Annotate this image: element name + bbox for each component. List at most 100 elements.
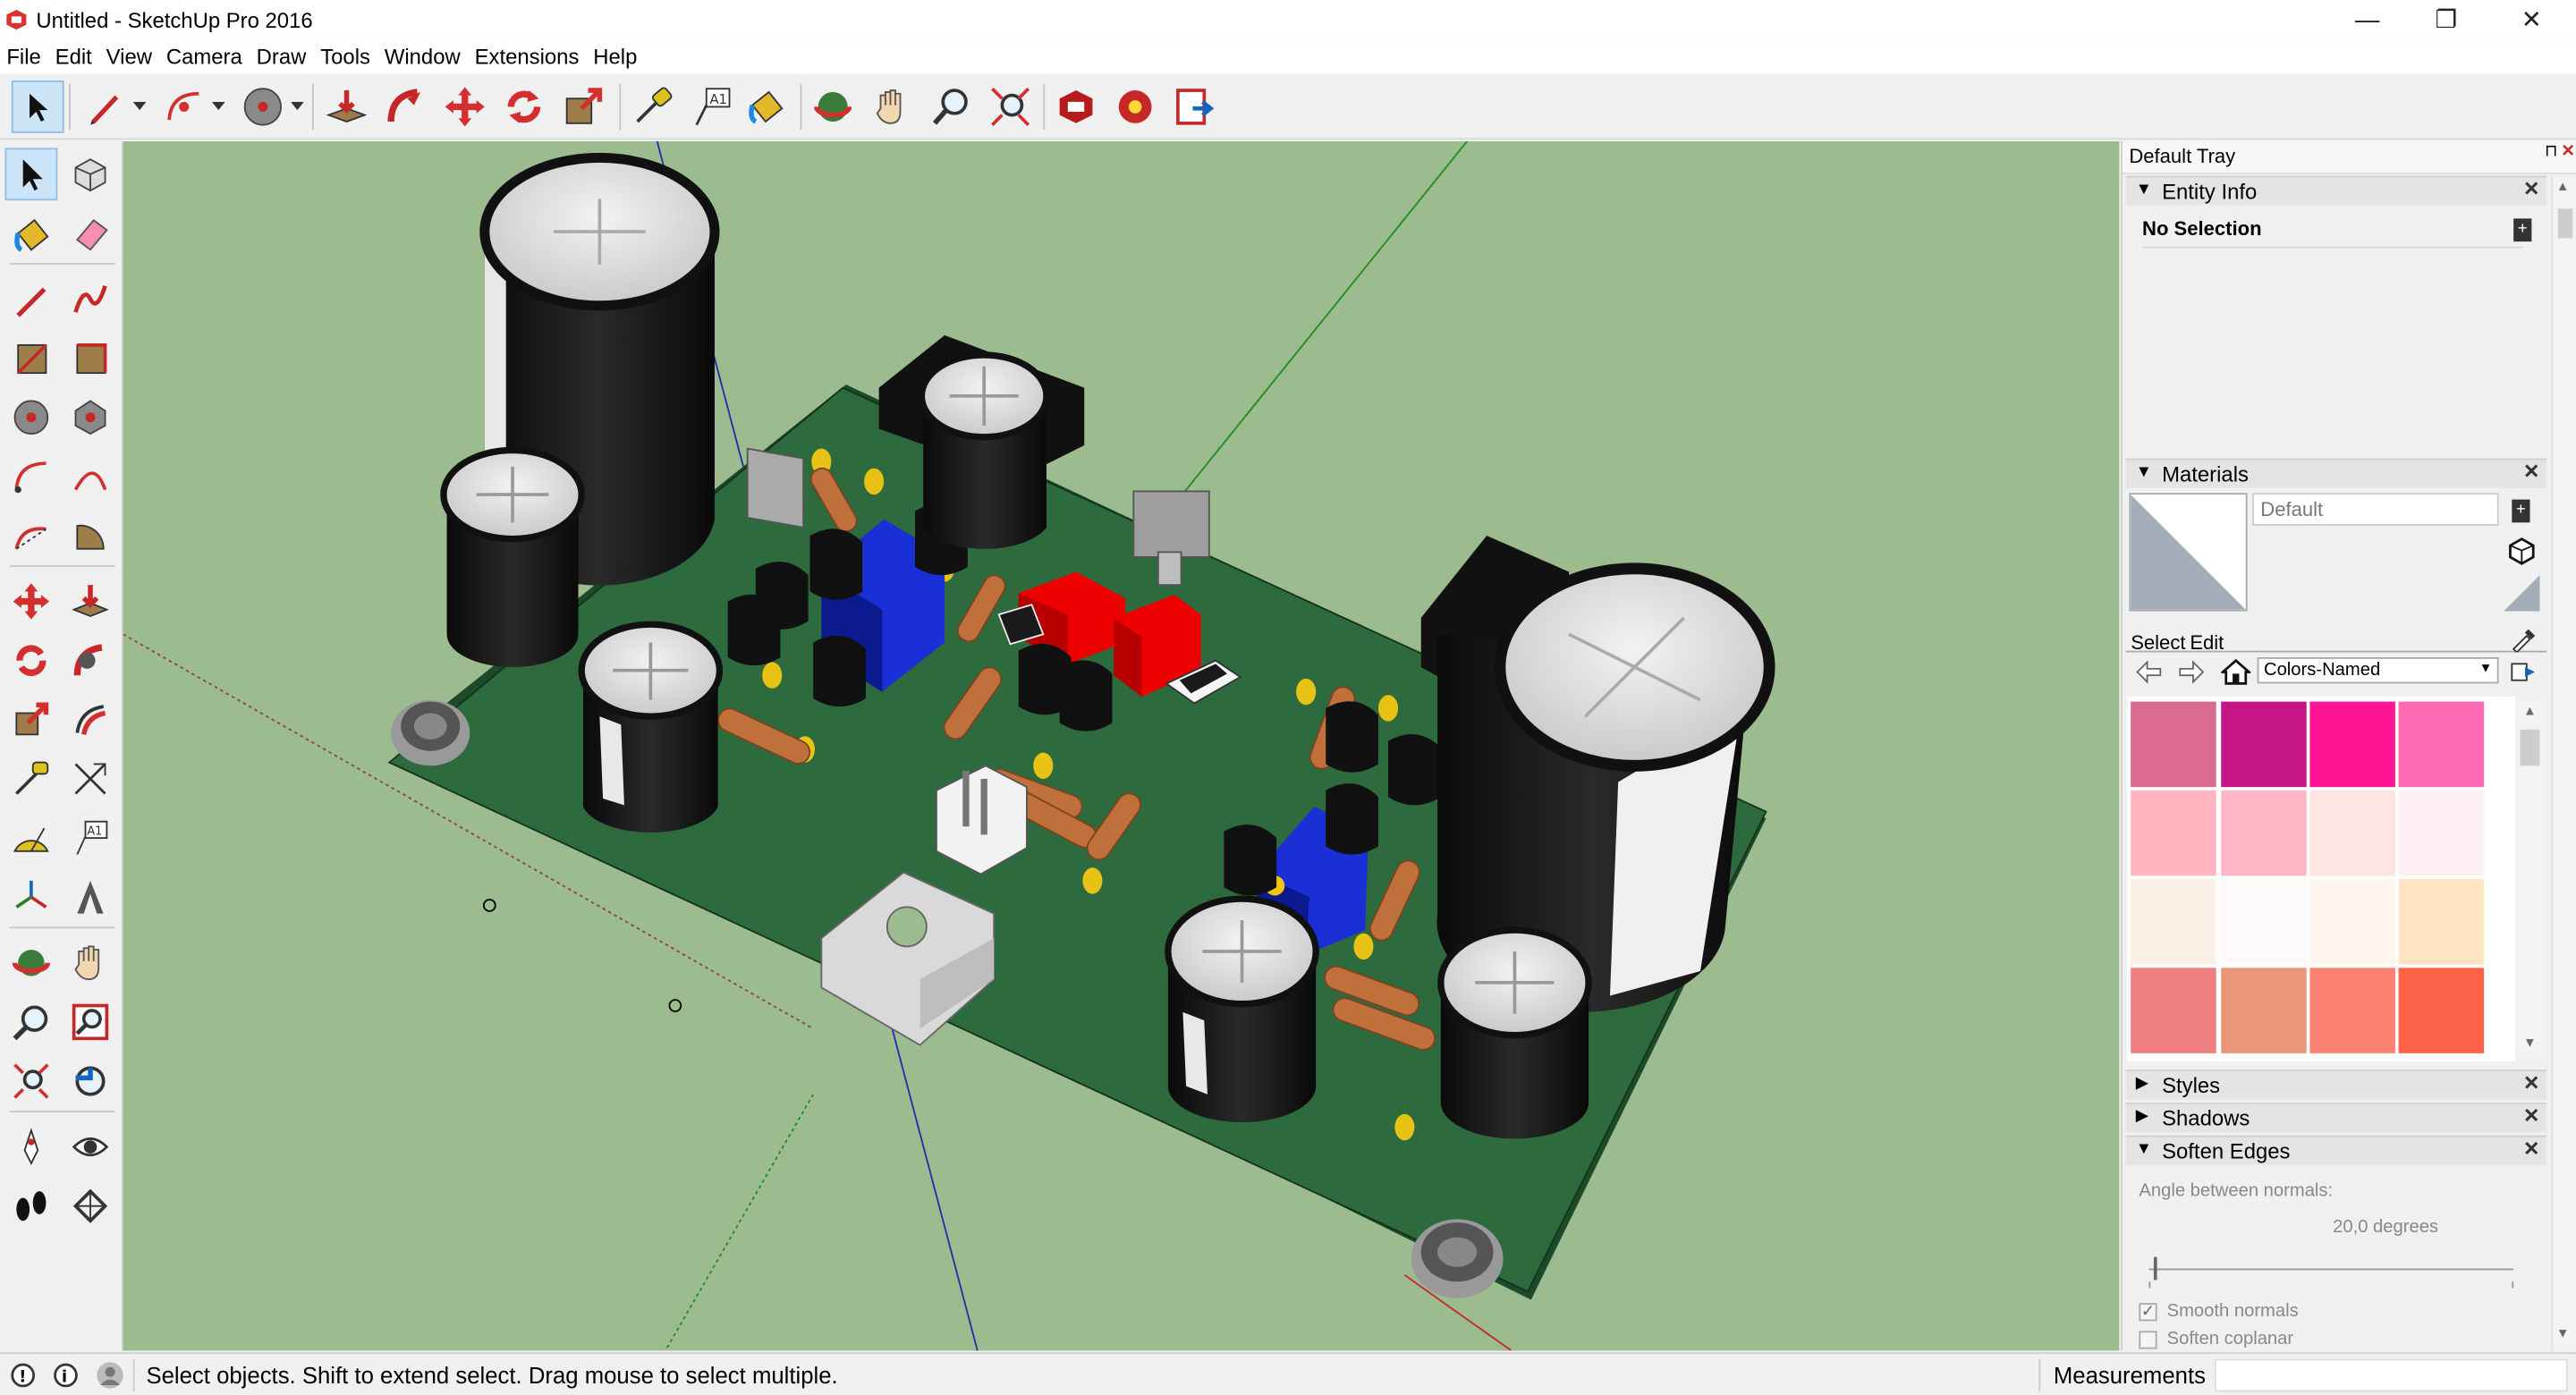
push-pull-tool-button[interactable]: [64, 575, 117, 628]
zoom-extents-button[interactable]: [984, 80, 1037, 133]
move-button[interactable]: [438, 80, 491, 133]
protractor-tool-button[interactable]: [5, 812, 58, 865]
styles-header[interactable]: ▶ Styles ✕: [2125, 1070, 2546, 1100]
freehand-tool-button[interactable]: [64, 273, 117, 326]
material-swatch[interactable]: [2398, 879, 2485, 965]
material-swatch[interactable]: [2131, 701, 2216, 788]
3d-warehouse-button[interactable]: [1050, 80, 1103, 133]
material-swatch[interactable]: [2221, 968, 2307, 1053]
arc-dropdown[interactable]: [207, 80, 230, 133]
select-tool-button[interactable]: [11, 80, 64, 133]
paint-bucket-tool-button[interactable]: [5, 207, 58, 260]
tape-measure-tool-button[interactable]: [5, 753, 58, 806]
circle-tool-button[interactable]: [236, 80, 289, 133]
eraser-tool-button[interactable]: [64, 207, 117, 260]
section-plane-tool-button[interactable]: [64, 1179, 117, 1232]
zoom-window-tool-button[interactable]: [64, 996, 117, 1049]
follow-me-button[interactable]: [379, 80, 432, 133]
close-icon[interactable]: ✕: [2523, 1071, 2539, 1095]
close-icon[interactable]: ✕: [2523, 1137, 2539, 1161]
paint-bucket-button[interactable]: [741, 80, 793, 133]
arc-tool-button[interactable]: [5, 450, 58, 503]
material-name-field[interactable]: Default: [2252, 493, 2499, 526]
material-swatch[interactable]: [2221, 879, 2307, 965]
angle-slider[interactable]: [2148, 1256, 2514, 1281]
polygon-tool-button[interactable]: [64, 391, 117, 444]
rotate-tool-button[interactable]: [5, 634, 58, 687]
home-icon[interactable]: [2221, 658, 2251, 685]
eyedropper-icon[interactable]: [2510, 626, 2536, 653]
swatch-scrollbar[interactable]: ▲ ▼: [2516, 699, 2544, 1059]
zoom-button[interactable]: [925, 80, 978, 133]
menu-edit[interactable]: Edit: [55, 43, 92, 70]
details-arrow-icon[interactable]: [2510, 661, 2536, 684]
forward-arrow-icon[interactable]: [2178, 660, 2205, 684]
minimize-button[interactable]: —: [2329, 4, 2404, 39]
close-icon[interactable]: ✕: [2523, 1104, 2539, 1128]
scale-tool-button[interactable]: [5, 693, 58, 746]
geo-location-icon[interactable]: !: [10, 1362, 36, 1388]
sample-paint-icon[interactable]: [2504, 575, 2540, 612]
soften-edges-header[interactable]: ▼ Soften Edges ✕: [2125, 1135, 2546, 1165]
close-icon[interactable]: ✕: [2523, 177, 2539, 200]
two-point-arc-tool-button[interactable]: [64, 450, 117, 503]
select-arrow-tool-button[interactable]: [4, 148, 58, 201]
shadows-header[interactable]: ▶ Shadows ✕: [2125, 1102, 2546, 1133]
material-pack-icon[interactable]: [2507, 536, 2537, 565]
previous-view-tool-button[interactable]: [64, 1055, 117, 1108]
orbit-button[interactable]: [807, 80, 860, 133]
pin-icon[interactable]: ⊓: [2545, 143, 2557, 161]
line-tool-button[interactable]: [79, 80, 131, 133]
material-swatch[interactable]: [2131, 968, 2216, 1053]
material-swatch[interactable]: [2398, 968, 2485, 1053]
credits-info-icon[interactable]: i: [53, 1362, 79, 1388]
menu-window[interactable]: Window: [385, 43, 461, 70]
offset-tool-button[interactable]: [64, 693, 117, 746]
tray-scrollbar[interactable]: ▲ ▼: [2551, 175, 2576, 1351]
close-icon[interactable]: ✕: [2523, 461, 2539, 484]
tape-measure-button[interactable]: [626, 80, 679, 133]
position-camera-tool-button[interactable]: [5, 1120, 58, 1173]
slider-thumb[interactable]: [2153, 1256, 2157, 1281]
orbit-tool-button[interactable]: [5, 936, 58, 989]
material-swatch[interactable]: [2309, 790, 2395, 876]
send-to-layout-button[interactable]: [1168, 80, 1221, 133]
text-button[interactable]: A1: [685, 80, 738, 133]
move-tool-button[interactable]: [5, 575, 58, 628]
3d-text-tool-button[interactable]: [64, 871, 117, 924]
menu-tools[interactable]: Tools: [320, 43, 370, 70]
menu-draw[interactable]: Draw: [257, 43, 307, 70]
text-tool-button[interactable]: A1: [64, 812, 117, 865]
scale-button[interactable]: [557, 80, 610, 133]
follow-me-tool-button[interactable]: [64, 634, 117, 687]
line-dropdown[interactable]: [128, 80, 151, 133]
material-swatch[interactable]: [2398, 701, 2485, 788]
push-pull-button[interactable]: [320, 80, 373, 133]
material-swatch[interactable]: [2131, 790, 2216, 876]
rotated-rectangle-tool-button[interactable]: [64, 332, 117, 385]
3d-viewport[interactable]: [123, 141, 2120, 1351]
entity-info-header[interactable]: ▼ Entity Info ✕: [2125, 175, 2546, 206]
close-button[interactable]: ✕: [2494, 4, 2569, 39]
circle-dropdown[interactable]: [286, 80, 309, 133]
rotate-button[interactable]: [498, 80, 551, 133]
menu-file[interactable]: File: [6, 43, 40, 70]
rectangle-tool-button[interactable]: [5, 332, 58, 385]
soften-coplanar-checkbox[interactable]: [2139, 1331, 2157, 1349]
measurements-input[interactable]: [2214, 1358, 2568, 1392]
create-material-icon[interactable]: +: [2512, 499, 2530, 523]
material-swatch[interactable]: [2221, 701, 2307, 788]
materials-header[interactable]: ▼ Materials ✕: [2125, 458, 2546, 488]
menu-camera[interactable]: Camera: [166, 43, 242, 70]
three-point-arc-tool-button[interactable]: [5, 510, 58, 562]
zoom-tool-button[interactable]: [5, 996, 58, 1049]
menu-help[interactable]: Help: [593, 43, 637, 70]
material-swatch[interactable]: [2131, 879, 2216, 965]
look-around-tool-button[interactable]: [64, 1120, 117, 1173]
smooth-normals-checkbox[interactable]: ✓: [2139, 1303, 2157, 1322]
user-account-icon[interactable]: [96, 1360, 125, 1390]
material-swatch[interactable]: [2398, 790, 2485, 876]
circle-tool-button[interactable]: [5, 391, 58, 444]
details-toggle-icon[interactable]: +: [2513, 218, 2532, 242]
tray-close-button[interactable]: ✕: [2561, 143, 2574, 161]
